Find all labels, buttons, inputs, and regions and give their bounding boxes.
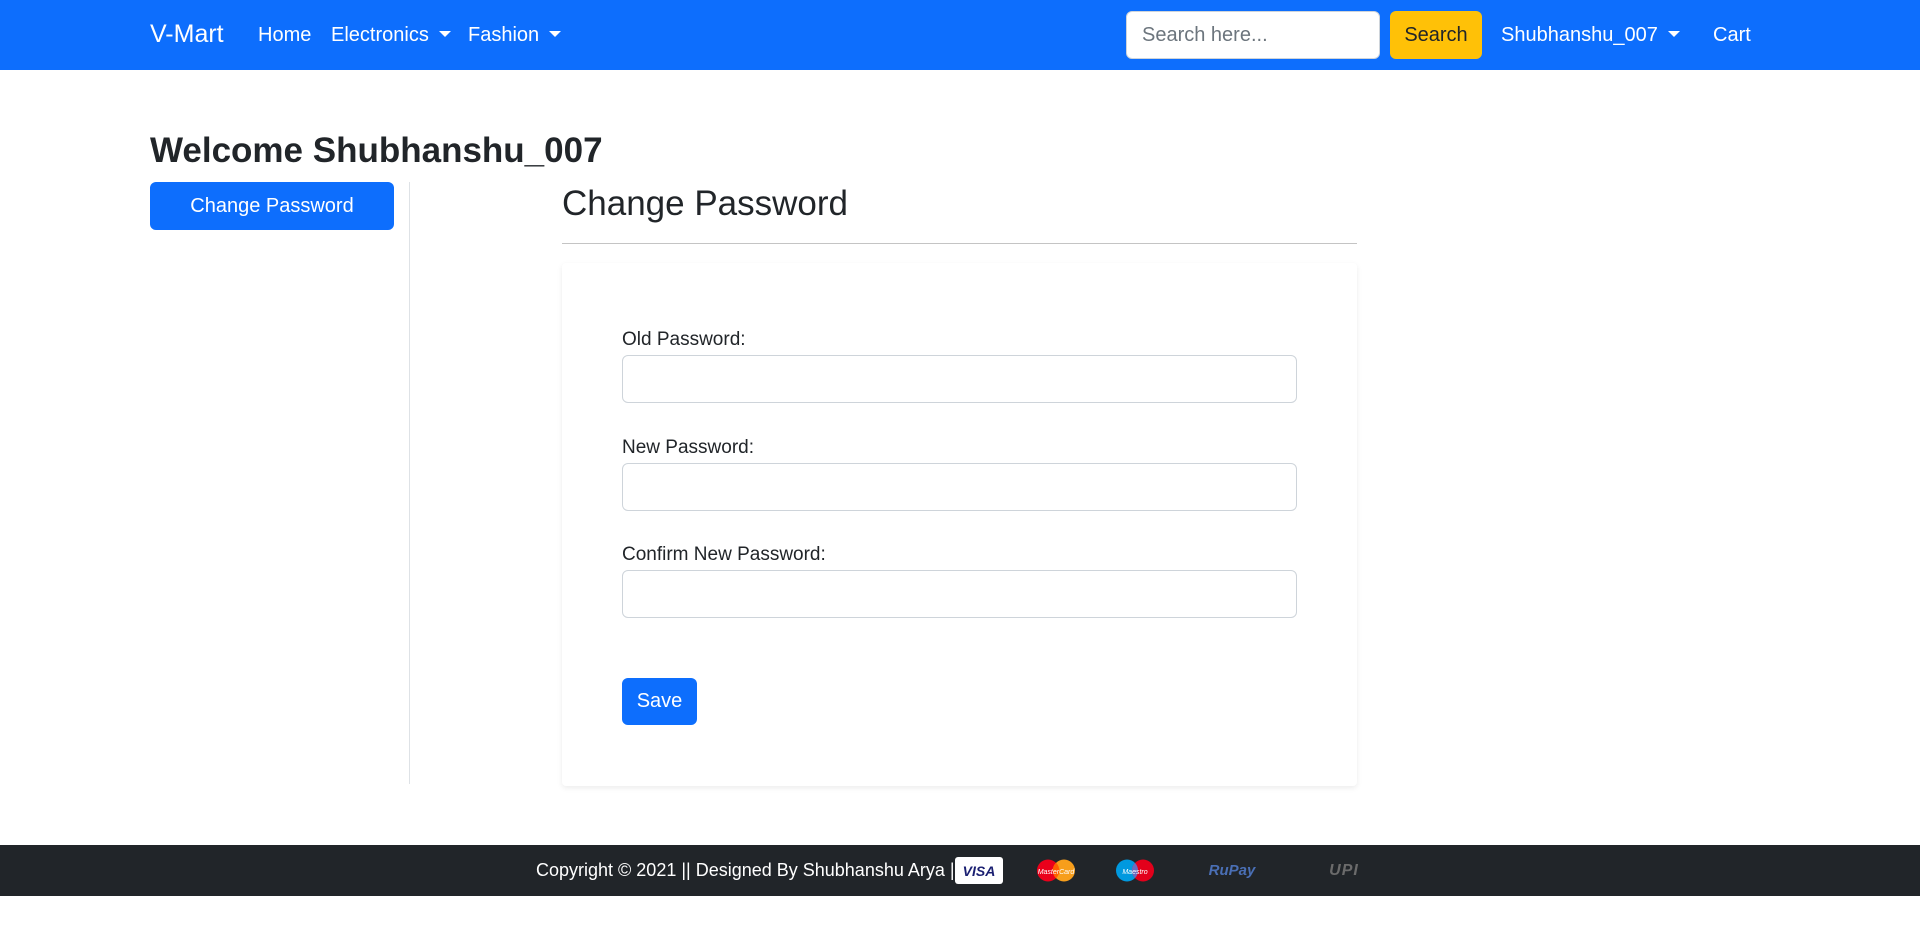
nav-electronics-label: Electronics xyxy=(331,24,429,46)
mastercard-text: MasterCard xyxy=(1038,869,1076,876)
old-password-label: Old Password: xyxy=(622,329,746,350)
rupay-icon: RuPay xyxy=(1208,862,1256,879)
change-password-form: Old Password: New Password: Confirm New … xyxy=(562,263,1357,786)
new-password-field[interactable] xyxy=(622,463,1297,511)
brand-logo[interactable]: V-Mart xyxy=(150,20,224,49)
new-password-label: New Password: xyxy=(622,437,754,458)
old-password-field[interactable] xyxy=(622,355,1297,403)
sidebar-divider xyxy=(409,182,410,784)
visa-icon: VISA xyxy=(955,857,1003,884)
welcome-heading: Welcome Shubhanshu_007 xyxy=(150,131,603,170)
maestro-icon: Maestro xyxy=(1109,857,1161,884)
mastercard-icon: MasterCard xyxy=(1029,857,1083,884)
search-button[interactable]: Search xyxy=(1390,11,1482,59)
maestro-text: Maestro xyxy=(1122,869,1147,876)
nav-home[interactable]: Home xyxy=(258,24,311,47)
page-title: Change Password xyxy=(562,184,848,223)
title-divider xyxy=(562,243,1357,244)
upi-icon: UPI xyxy=(1329,861,1359,879)
save-button[interactable]: Save xyxy=(622,678,697,725)
user-menu-label: Shubhanshu_007 xyxy=(1501,24,1658,46)
sidebar-item-change-password[interactable]: Change Password xyxy=(150,182,394,230)
footer: Copyright © 2021 || Designed By Shubhans… xyxy=(0,845,1920,896)
nav-fashion-label: Fashion xyxy=(468,24,540,46)
chevron-down-icon xyxy=(1667,31,1680,37)
nav-fashion[interactable]: Fashion xyxy=(468,24,562,47)
copyright-text: Copyright © 2021 || Designed By Shubhans… xyxy=(536,860,960,880)
search-input[interactable] xyxy=(1126,11,1380,59)
navbar: V-Mart Home Electronics Fashion Search S… xyxy=(0,0,1920,70)
user-menu[interactable]: Shubhanshu_007 xyxy=(1501,24,1680,47)
confirm-password-label: Confirm New Password: xyxy=(622,544,826,565)
confirm-password-field[interactable] xyxy=(622,570,1297,618)
nav-electronics[interactable]: Electronics xyxy=(331,24,451,47)
chevron-down-icon xyxy=(549,31,562,37)
nav-cart[interactable]: Cart xyxy=(1713,24,1751,47)
chevron-down-icon xyxy=(438,31,451,37)
